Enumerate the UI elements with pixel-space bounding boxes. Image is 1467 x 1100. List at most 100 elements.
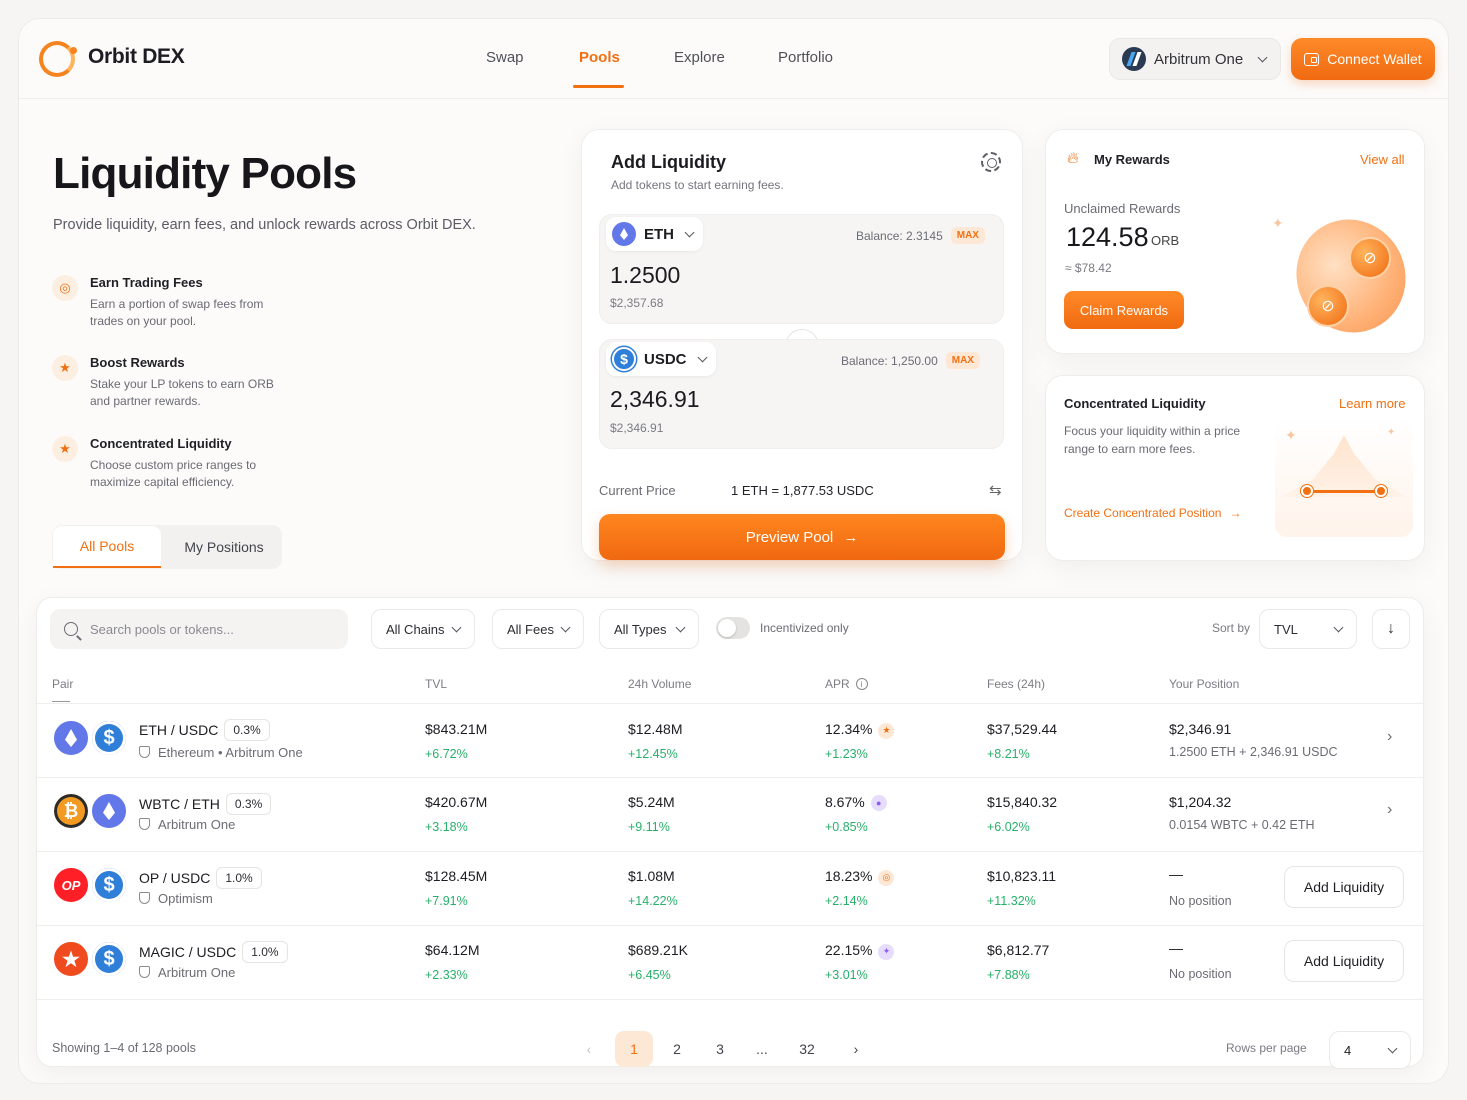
pair-name: WBTC / ETH [139, 796, 220, 812]
chain-selector[interactable]: Arbitrum One [1109, 38, 1281, 80]
coin-icon: ⊘ [1307, 285, 1349, 327]
star-icon: ★ [52, 436, 78, 462]
concentrated-learn-more-link[interactable]: Learn more [1339, 396, 1405, 411]
nav-active-indicator [573, 85, 624, 88]
prev-page-button[interactable]: ‹ [570, 1031, 608, 1067]
col-position[interactable]: Your Position [1169, 677, 1239, 691]
apr-cell: 18.23% ◎ [825, 868, 895, 886]
page-2-button[interactable]: 2 [658, 1031, 696, 1067]
next-page-button[interactable]: › [837, 1031, 875, 1067]
tab-all-pools[interactable]: All Pools [53, 526, 161, 568]
fees-value: $37,529.44 [987, 721, 1058, 737]
token-a-max-button[interactable]: MAX [950, 227, 985, 244]
fees-change: +8.21% [987, 747, 1030, 761]
eth-icon [52, 719, 90, 757]
feature-title: Concentrated Liquidity [90, 436, 232, 451]
incentivized-toggle[interactable] [716, 617, 750, 639]
tab-my-positions[interactable]: My Positions [169, 526, 279, 568]
position-detail: 1.2500 ETH + 2,346.91 USDC [1169, 745, 1338, 759]
col-fees[interactable]: Fees (24h) [987, 677, 1045, 691]
token-a-selector[interactable]: ETH [606, 217, 703, 251]
nav-swap[interactable]: Swap [486, 49, 524, 66]
token-b-selector[interactable]: $ USDC [606, 342, 716, 376]
col-apr[interactable]: APR i [825, 677, 868, 691]
pair-icons: OP $ [52, 866, 128, 906]
flame-icon: 🔥︎ [1067, 150, 1079, 167]
fee-tier-badge: 1.0% [242, 941, 288, 963]
arbitrum-icon [1122, 47, 1146, 71]
page-1-button[interactable]: 1 [615, 1031, 653, 1067]
swap-arrows-icon[interactable]: ⇆ [989, 481, 1002, 499]
fees-value: $10,823.11 [987, 868, 1057, 884]
brand-name[interactable]: Orbit DEX [88, 45, 185, 69]
nav-portfolio[interactable]: Portfolio [778, 49, 833, 66]
shield-icon [139, 892, 150, 904]
pair-label: ETH / USDC 0.3% [139, 719, 270, 741]
token-b-amount-input[interactable]: 2,346.91 [610, 386, 700, 413]
rewards-amount: 124.58 [1066, 222, 1149, 252]
claim-rewards-button[interactable]: Claim Rewards [1064, 291, 1184, 329]
usdc-icon: $ [90, 940, 128, 978]
token-b-usd-value: $2,346.91 [610, 421, 664, 435]
token-b-max-button[interactable]: MAX [945, 352, 980, 369]
info-icon[interactable]: i [855, 678, 868, 690]
volume-value: $12.48M [628, 721, 683, 737]
arrow-down-icon: ↓ [1387, 620, 1395, 637]
page-3-button[interactable]: 3 [701, 1031, 739, 1067]
fees-value: $6,812.77 [987, 942, 1050, 958]
tvl-change: +2.33% [425, 968, 468, 982]
rows-per-page-label: Rows per page [1226, 1041, 1307, 1055]
sort-select[interactable]: TVL [1259, 609, 1357, 649]
token-b-symbol: USDC [644, 350, 687, 368]
usdc-icon: $ [90, 719, 128, 757]
filter-types[interactable]: All Types [599, 609, 699, 649]
nav-pools[interactable]: Pools [579, 49, 620, 66]
position-detail: No position [1169, 894, 1232, 908]
feature-fees: ◎ Earn Trading Fees Earn a portion of sw… [52, 275, 280, 330]
feature-title: Earn Trading Fees [90, 275, 203, 290]
rewards-view-all-link[interactable]: View all [1360, 152, 1405, 167]
token-b-balance: Balance: 1,250.00 [841, 353, 938, 368]
add-liquidity-title: Add Liquidity [611, 152, 726, 172]
pair-chain-label: Ethereum • Arbitrum One [158, 745, 303, 760]
rewards-usd-value: ≈ $78.42 [1065, 261, 1112, 275]
optimism-icon: OP [52, 866, 90, 904]
chevron-right-icon[interactable]: › [1387, 728, 1392, 746]
create-concentrated-position-link[interactable]: Create Concentrated Position → [1064, 506, 1241, 520]
chain-selector-label: Arbitrum One [1154, 50, 1244, 68]
filter-fees[interactable]: All Fees [492, 609, 584, 649]
rows-per-page-select[interactable]: 4 [1329, 1031, 1411, 1069]
arrow-right-icon: → [1229, 506, 1242, 520]
nav-explore[interactable]: Explore [674, 49, 725, 66]
fees-change: +7.88% [987, 968, 1030, 982]
chevron-down-icon [1333, 622, 1344, 632]
pair-name: MAGIC / USDC [139, 944, 237, 960]
col-tvl[interactable]: TVL [425, 677, 447, 691]
col-volume[interactable]: 24h Volume [628, 677, 691, 691]
tvl-value: $843.21M [425, 721, 488, 737]
chevron-down-icon [684, 227, 695, 237]
pair-chain: Ethereum • Arbitrum One [139, 745, 303, 760]
add-liquidity-button[interactable]: Add Liquidity [1284, 866, 1404, 908]
chevron-down-icon [1387, 1043, 1398, 1053]
preview-pool-button[interactable]: Preview Pool → [599, 514, 1005, 560]
position-detail: 0.0154 WBTC + 0.42 ETH [1169, 818, 1315, 832]
token-a-amount-input[interactable]: 1.2500 [610, 262, 680, 289]
col-pair[interactable]: Pair [52, 677, 73, 691]
volume-value: $1.08M [628, 868, 675, 884]
pair-icons: $ [52, 719, 128, 759]
chevron-right-icon[interactable]: › [1387, 801, 1392, 819]
add-liquidity-button[interactable]: Add Liquidity [1284, 940, 1404, 982]
connect-wallet-button[interactable]: Connect Wallet [1291, 38, 1435, 80]
apr-value: 18.23% [825, 868, 873, 884]
orbit-logo-icon [39, 41, 77, 77]
search-icon [64, 622, 78, 636]
settings-gear-icon[interactable] [981, 152, 1001, 172]
page-32-button[interactable]: 32 [788, 1031, 826, 1067]
filter-chains[interactable]: All Chains [371, 609, 475, 649]
search-input[interactable]: Search pools or tokens... [50, 609, 348, 649]
top-header: Orbit DEX Swap Pools Explore Portfolio A… [19, 19, 1448, 99]
chevron-down-icon [560, 622, 571, 632]
sort-direction-button[interactable]: ↓ [1372, 609, 1410, 649]
fees-value: $15,840.32 [987, 794, 1058, 810]
